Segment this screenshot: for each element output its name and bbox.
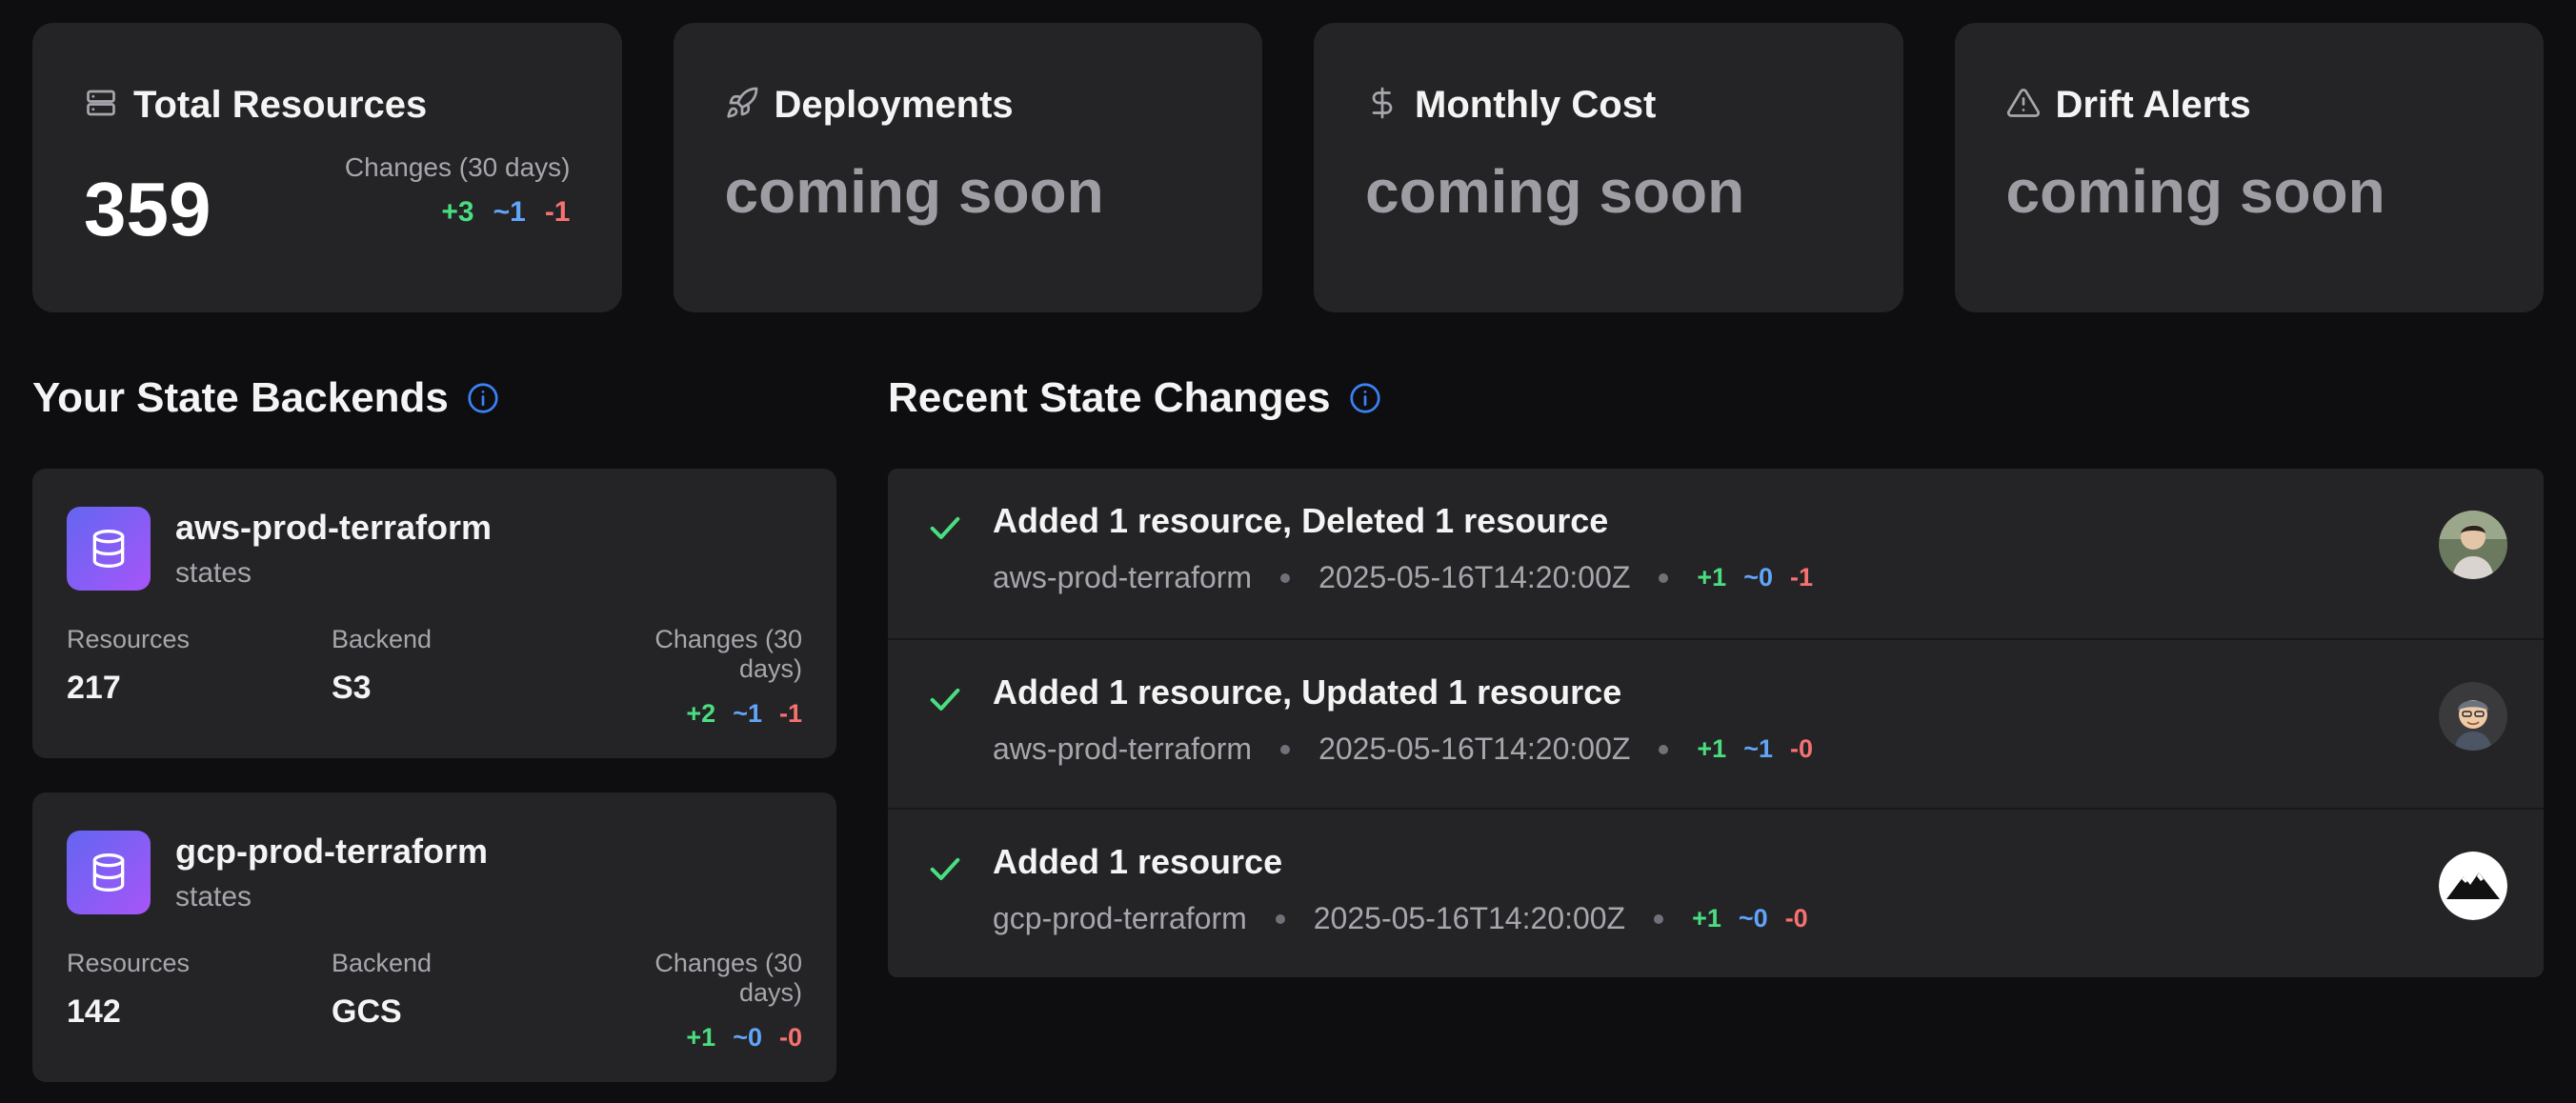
updated-count: ~0 — [1743, 563, 1773, 592]
updated-count: ~1 — [493, 196, 526, 228]
total-resources-value: 359 — [84, 167, 211, 251]
list-item[interactable]: Added 1 resource, Deleted 1 resource aws… — [888, 469, 2544, 638]
change-backend[interactable]: aws-prod-terraform — [993, 732, 1252, 767]
deleted-count: -0 — [778, 1023, 802, 1052]
separator-dot — [1659, 572, 1669, 583]
info-icon[interactable] — [1348, 381, 1382, 415]
backend-value: S3 — [332, 670, 372, 706]
change-title: Added 1 resource, Deleted 1 resource — [993, 501, 1609, 540]
separator-dot — [1654, 913, 1664, 924]
database-icon — [67, 507, 151, 591]
backend-card[interactable]: aws-prod-terraform states Resources 217 … — [32, 469, 836, 758]
deployments-value: coming soon — [724, 157, 1104, 226]
separator-dot — [1659, 744, 1669, 754]
deployments-card[interactable]: Deployments coming soon — [673, 23, 1262, 312]
changes-label: Changes (30 days) — [654, 949, 802, 1007]
rocket-icon — [725, 86, 759, 125]
backend-name: aws-prod-terraform — [175, 508, 493, 547]
backend-card[interactable]: gcp-prod-terraform states Resources 142 … — [32, 792, 836, 1082]
dashboard-page: Total Resources 359 Changes (30 days) +3… — [0, 0, 2576, 1103]
changes-label: Changes (30 days) — [654, 625, 802, 683]
backend-name: gcp-prod-terraform — [175, 832, 489, 871]
stat-title: Total Resources — [133, 83, 428, 126]
change-timestamp: 2025-05-16T14:20:00Z — [1318, 732, 1631, 766]
resources-value: 217 — [67, 670, 121, 706]
updated-count: ~0 — [1738, 904, 1768, 933]
resources-label: Resources — [67, 625, 191, 653]
dollar-icon — [1365, 86, 1399, 125]
check-icon — [926, 842, 964, 888]
added-count: +3 — [441, 196, 474, 228]
list-item[interactable]: Added 1 resource gcp-prod-terraform 2025… — [888, 808, 2544, 977]
added-count: +2 — [686, 699, 716, 728]
recent-changes-list: Added 1 resource, Deleted 1 resource aws… — [888, 469, 2544, 977]
stats-row: Total Resources 359 Changes (30 days) +3… — [32, 23, 2544, 312]
change-title: Added 1 resource, Updated 1 resource — [993, 672, 1622, 712]
backend-label: Backend — [332, 949, 433, 977]
change-backend[interactable]: aws-prod-terraform — [993, 560, 1252, 595]
warning-icon — [2006, 86, 2041, 125]
separator-dot — [1275, 913, 1285, 924]
change-timestamp: 2025-05-16T14:20:00Z — [1313, 901, 1626, 935]
avatar[interactable] — [2439, 511, 2507, 579]
server-icon — [84, 86, 118, 125]
change-backend[interactable]: gcp-prod-terraform — [993, 901, 1247, 936]
deleted-count: -1 — [1790, 563, 1814, 592]
updated-count: ~1 — [733, 699, 762, 728]
backend-label: Backend — [332, 625, 433, 653]
monthly-cost-card[interactable]: Monthly Cost coming soon — [1314, 23, 1903, 312]
added-count: +1 — [686, 1023, 716, 1052]
drift-alerts-value: coming soon — [2005, 157, 2385, 226]
deleted-count: -0 — [1784, 904, 1808, 933]
resources-label: Resources — [67, 949, 191, 977]
backend-subtitle: states — [175, 881, 252, 912]
avatar[interactable] — [2439, 682, 2507, 751]
avatar[interactable] — [2439, 852, 2507, 920]
backend-subtitle: states — [175, 557, 252, 589]
added-count: +1 — [1692, 904, 1721, 933]
deleted-count: -0 — [1790, 734, 1814, 763]
section-title: Your State Backends — [32, 374, 449, 421]
info-icon[interactable] — [466, 381, 500, 415]
updated-count: ~0 — [733, 1023, 762, 1052]
stat-title: Drift Alerts — [2055, 83, 2251, 126]
resources-value: 142 — [67, 993, 121, 1030]
section-title: Recent State Changes — [888, 374, 1331, 421]
monthly-cost-value: coming soon — [1365, 157, 1745, 226]
stat-title: Monthly Cost — [1415, 83, 1657, 126]
total-resources-card[interactable]: Total Resources 359 Changes (30 days) +3… — [32, 23, 622, 312]
list-item[interactable]: Added 1 resource, Updated 1 resource aws… — [888, 638, 2544, 808]
updated-count: ~1 — [1743, 734, 1773, 763]
deleted-count: -1 — [778, 699, 802, 728]
check-icon — [926, 501, 964, 547]
backend-value: GCS — [332, 993, 402, 1030]
deleted-count: -1 — [544, 196, 571, 228]
change-timestamp: 2025-05-16T14:20:00Z — [1318, 560, 1631, 594]
recent-changes-section: Recent State Changes Added 1 resource, D… — [888, 362, 2544, 1082]
change-title: Added 1 resource — [993, 842, 1283, 881]
stat-title: Deployments — [774, 83, 1014, 126]
changes-label: Changes (30 days) — [344, 152, 571, 182]
check-icon — [926, 672, 964, 718]
separator-dot — [1280, 744, 1291, 754]
database-icon — [67, 831, 151, 914]
separator-dot — [1280, 572, 1291, 583]
state-backends-section: Your State Backends aws-prod-terraform s… — [32, 362, 836, 1082]
added-count: +1 — [1697, 563, 1727, 592]
drift-alerts-card[interactable]: Drift Alerts coming soon — [1954, 23, 2544, 312]
added-count: +1 — [1697, 734, 1727, 763]
